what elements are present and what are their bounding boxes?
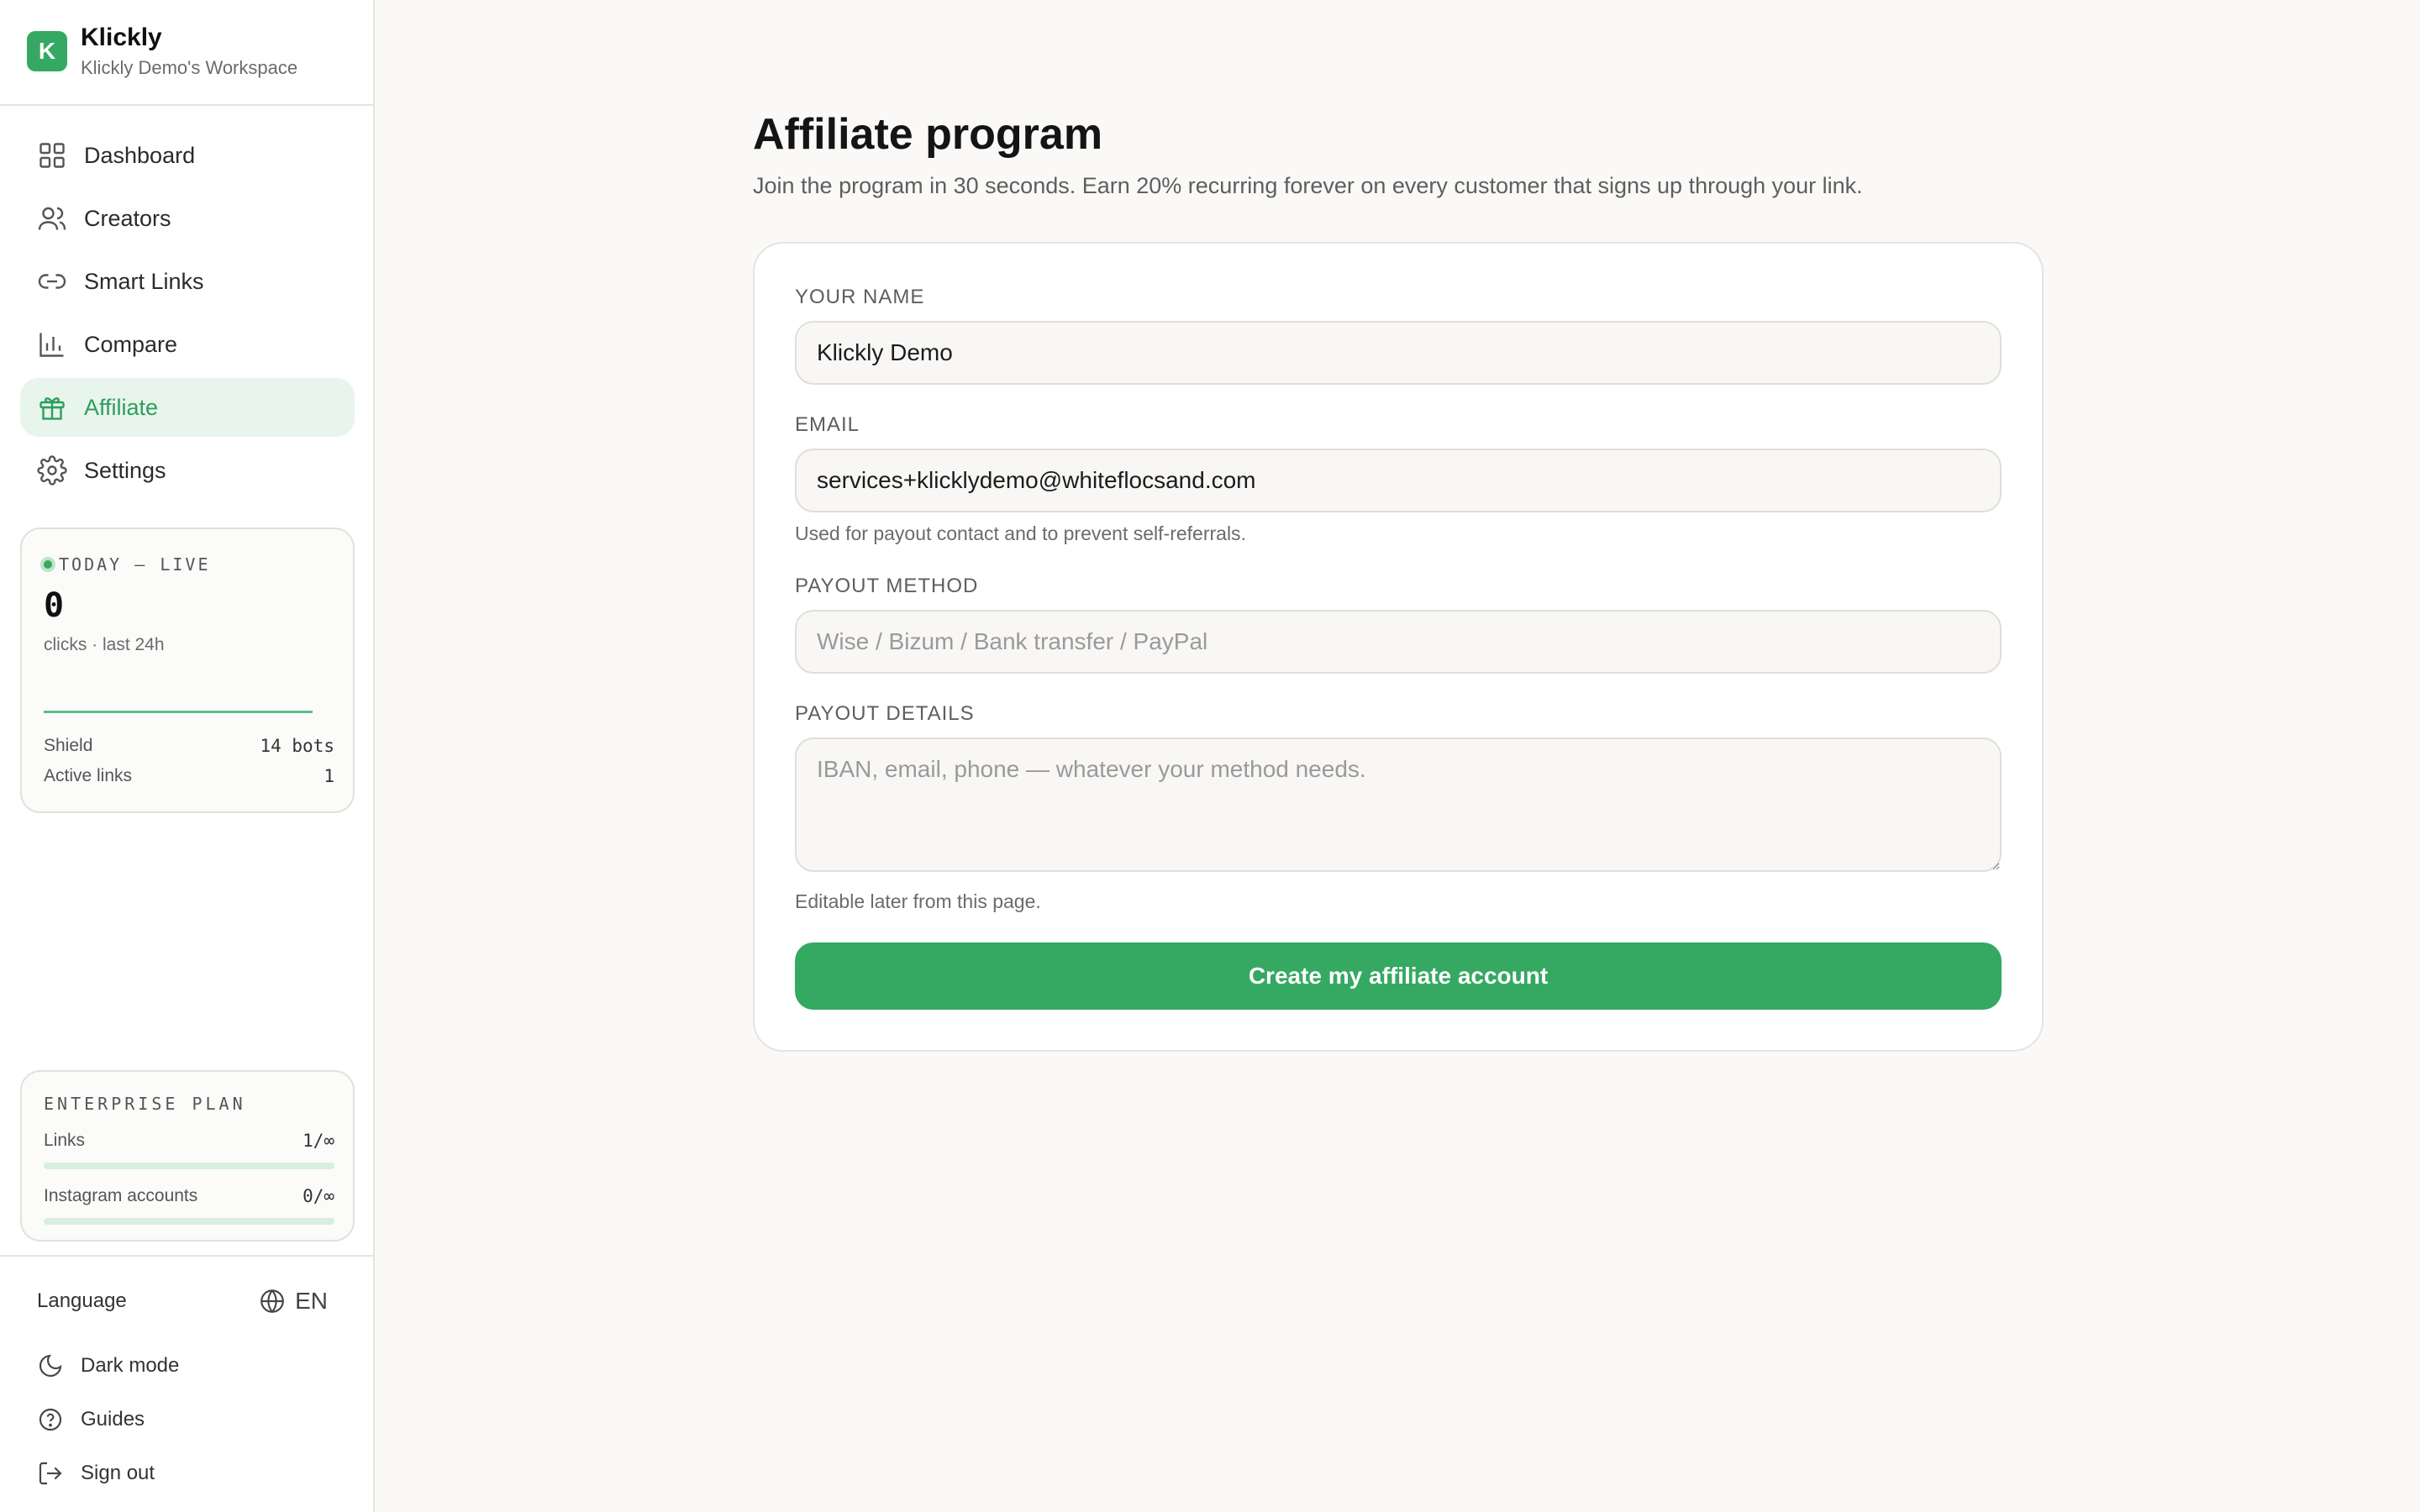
- name-input[interactable]: [795, 321, 2002, 385]
- moon-icon: [37, 1352, 64, 1379]
- sign-out-button[interactable]: Sign out: [37, 1460, 155, 1487]
- grid-icon: [37, 140, 67, 171]
- shield-row: Shield 14 bots: [44, 736, 334, 756]
- sidebar-nav: Dashboard Creators Smart Links Compare A…: [20, 126, 355, 504]
- sidebar-divider: [0, 1255, 373, 1257]
- log-out-icon: [37, 1460, 64, 1487]
- plan-instagram-value: 0/∞: [302, 1186, 334, 1206]
- language-row: Language EN: [37, 1287, 328, 1315]
- bar-chart-icon: [37, 329, 67, 360]
- live-sparkline: [44, 711, 313, 713]
- email-label: EMAIL: [795, 413, 860, 436]
- live-heading: TODAY — LIVE: [40, 554, 211, 575]
- name-label: YOUR NAME: [795, 286, 925, 308]
- page-title: Affiliate program: [753, 110, 1103, 159]
- page-subtitle: Join the program in 30 seconds. Earn 20%…: [753, 173, 1863, 198]
- dark-mode-label: Dark mode: [81, 1354, 180, 1377]
- sidebar-item-settings[interactable]: Settings: [20, 441, 355, 500]
- live-status-icon: [40, 557, 55, 572]
- plan-title: ENTERPRISE PLAN: [44, 1094, 246, 1114]
- payout-method-input[interactable]: [795, 610, 2002, 674]
- guides-link[interactable]: Guides: [37, 1406, 145, 1433]
- language-label: Language: [37, 1289, 127, 1312]
- brand-name: Klickly: [81, 24, 162, 51]
- sidebar-item-dashboard[interactable]: Dashboard: [20, 126, 355, 185]
- help-circle-icon: [37, 1406, 64, 1433]
- brand-header[interactable]: K Klickly Klickly Demo's Workspace: [0, 0, 373, 106]
- active-links-value: 1: [324, 766, 334, 786]
- active-links-label: Active links: [44, 766, 133, 785]
- sidebar-item-smart-links[interactable]: Smart Links: [20, 252, 355, 311]
- live-heading-text: TODAY — LIVE: [59, 554, 211, 575]
- plan-instagram-label: Instagram accounts: [44, 1186, 198, 1205]
- users-icon: [37, 203, 67, 234]
- live-click-count: 0: [44, 586, 65, 625]
- dark-mode-toggle[interactable]: Dark mode: [37, 1352, 179, 1379]
- sidebar-item-label: Smart Links: [84, 268, 204, 294]
- gift-icon: [37, 392, 67, 423]
- sign-out-label: Sign out: [81, 1462, 155, 1484]
- globe-icon: [258, 1287, 287, 1315]
- plan-links-label: Links: [44, 1131, 86, 1150]
- sidebar-item-label: Compare: [84, 331, 178, 357]
- payout-details-label: PAYOUT DETAILS: [795, 702, 975, 725]
- link-icon: [37, 266, 67, 297]
- plan-instagram-row: Instagram accounts 0/∞: [44, 1186, 334, 1206]
- sidebar-item-affiliate[interactable]: Affiliate: [20, 378, 355, 437]
- sidebar-item-label: Dashboard: [84, 142, 196, 168]
- shield-value: 14 bots: [260, 736, 334, 756]
- plan-instagram-bar: [44, 1218, 334, 1225]
- affiliate-form: YOUR NAME EMAIL Used for payout contact …: [753, 242, 2044, 1052]
- live-stats-card: TODAY — LIVE 0 clicks · last 24h Shield …: [20, 528, 355, 813]
- workspace-name: Klickly Demo's Workspace: [81, 57, 298, 78]
- active-links-row: Active links 1: [44, 766, 334, 786]
- brand-logo: K: [27, 31, 67, 71]
- language-value: EN: [295, 1288, 328, 1314]
- create-affiliate-account-button[interactable]: Create my affiliate account: [795, 942, 2002, 1010]
- plan-card: ENTERPRISE PLAN Links 1/∞ Instagram acco…: [20, 1070, 355, 1242]
- plan-links-value: 1/∞: [302, 1131, 334, 1151]
- sidebar-item-label: Creators: [84, 205, 171, 231]
- sidebar-item-label: Settings: [84, 457, 166, 483]
- live-subtitle: clicks · last 24h: [44, 635, 165, 654]
- language-selector[interactable]: EN: [258, 1287, 328, 1315]
- payout-details-textarea[interactable]: [795, 738, 2002, 872]
- plan-links-bar: [44, 1163, 334, 1169]
- sidebar-item-label: Affiliate: [84, 394, 159, 420]
- email-input[interactable]: [795, 449, 2002, 512]
- payout-details-help-text: Editable later from this page.: [795, 890, 1041, 912]
- email-help-text: Used for payout contact and to prevent s…: [795, 522, 1246, 544]
- shield-label: Shield: [44, 736, 93, 755]
- payout-method-label: PAYOUT METHOD: [795, 575, 979, 597]
- sidebar-item-creators[interactable]: Creators: [20, 189, 355, 248]
- sidebar: K Klickly Klickly Demo's Workspace Dashb…: [0, 0, 375, 1512]
- guides-label: Guides: [81, 1408, 145, 1431]
- gear-icon: [37, 455, 67, 486]
- plan-links-row: Links 1/∞: [44, 1131, 334, 1151]
- sidebar-item-compare[interactable]: Compare: [20, 315, 355, 374]
